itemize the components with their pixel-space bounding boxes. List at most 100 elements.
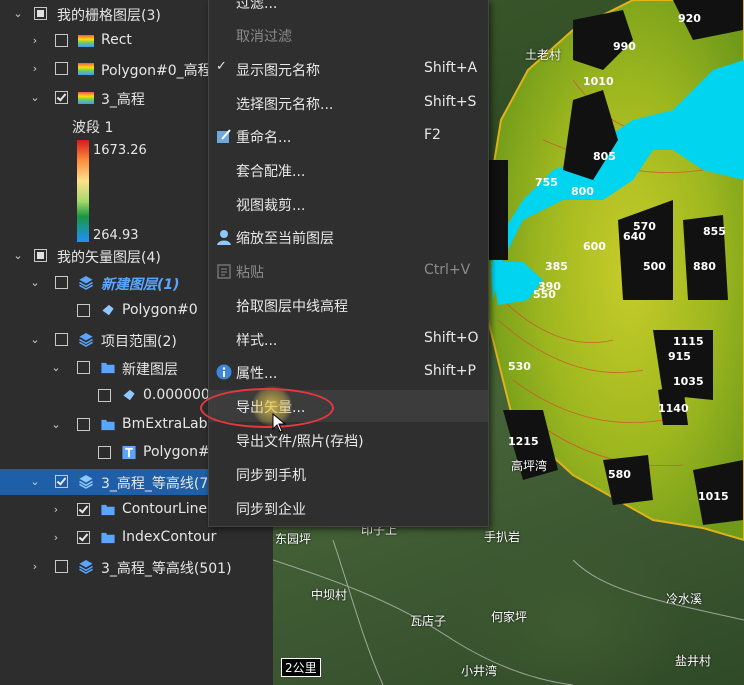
chevron-down-icon[interactable]: ⌄ xyxy=(12,250,24,262)
chevron-down-icon[interactable]: ⌄ xyxy=(29,277,41,289)
tree-label: 0.000000 xyxy=(143,387,210,403)
place-label: 盐井村 xyxy=(675,654,712,668)
tree-label: BmExtraLabel xyxy=(122,416,220,432)
polygon-icon xyxy=(102,304,114,316)
checkbox[interactable] xyxy=(55,333,68,346)
contour-label: 1035 xyxy=(673,375,704,388)
layers-icon xyxy=(79,474,93,489)
checkbox[interactable] xyxy=(77,531,90,544)
menu-item-style[interactable]: 样式... Shift+O xyxy=(209,323,488,355)
map-scale-bar: 2公里 xyxy=(281,658,321,677)
tree-label: Rect xyxy=(101,32,132,48)
folder-icon xyxy=(101,362,115,374)
checkbox[interactable] xyxy=(77,503,90,516)
checkbox[interactable] xyxy=(34,7,47,20)
menu-item-sync-phone[interactable]: 同步到手机 xyxy=(209,458,488,490)
chevron-down-icon[interactable]: ⌄ xyxy=(29,476,41,488)
chevron-down-icon[interactable]: ⌄ xyxy=(50,419,62,431)
contour-label: 920 xyxy=(678,12,701,25)
chevron-right-icon[interactable]: › xyxy=(50,532,62,544)
tree-label: 我的栅格图层(3) xyxy=(57,8,161,24)
chevron-down-icon[interactable]: ⌄ xyxy=(29,92,41,104)
menu-item-export-file[interactable]: 导出文件/照片(存档) xyxy=(209,424,488,456)
raster-icon xyxy=(78,63,94,75)
context-menu: 过滤... 取消过滤 ✓ 显示图元名称 Shift+A 选择图元名称... Shif… xyxy=(208,0,489,527)
contour-label: 880 xyxy=(693,260,716,273)
tree-item-contour-501[interactable]: › 3_高程_等高线(501) xyxy=(0,554,273,580)
contour-label: 990 xyxy=(613,40,636,53)
raster-icon xyxy=(78,35,94,47)
tree-item-index-contour[interactable]: › IndexContour xyxy=(0,525,273,551)
color-ramp xyxy=(77,140,89,242)
chevron-down-icon[interactable]: ⌄ xyxy=(50,362,62,374)
raster-icon xyxy=(78,92,94,104)
checkbox[interactable] xyxy=(77,304,90,317)
chevron-right-icon[interactable]: › xyxy=(29,561,41,573)
paste-icon xyxy=(217,264,231,279)
layers-icon xyxy=(79,559,93,574)
tree-label: IndexContour xyxy=(122,529,217,545)
place-label: 小井湾 xyxy=(461,664,498,678)
tree-label: 3_高程_等高线(75 xyxy=(101,476,218,492)
mouse-cursor-icon xyxy=(272,413,286,433)
menu-item-clear-filter[interactable]: 取消过滤 xyxy=(209,19,488,51)
polygon-icon xyxy=(123,389,135,401)
menu-item-pick-elevation[interactable]: 拾取图层中线高程 xyxy=(209,289,488,321)
contour-label: 855 xyxy=(703,225,726,238)
text-label-icon xyxy=(122,445,136,460)
contour-label: 755 xyxy=(535,176,558,189)
checkbox[interactable] xyxy=(55,34,68,47)
tree-label: 新建图层(1) xyxy=(101,277,180,293)
contour-label: 805 xyxy=(593,150,616,163)
contour-label: 500 xyxy=(643,260,666,273)
checkbox[interactable] xyxy=(34,249,47,262)
menu-item-filter[interactable]: 过滤... xyxy=(209,0,488,18)
checkbox[interactable] xyxy=(98,389,111,402)
checkbox[interactable] xyxy=(77,418,90,431)
contour-label: 1115 xyxy=(673,335,704,348)
tree-label: 3_高程_等高线(501) xyxy=(101,561,232,577)
contour-label: 385 xyxy=(545,260,568,273)
chevron-right-icon[interactable]: › xyxy=(50,504,62,516)
contour-label: 530 xyxy=(508,360,531,373)
tree-item-contour-selected[interactable]: ⌄ 3_高程_等高线(75 xyxy=(0,469,217,495)
menu-item-registration[interactable]: 套合配准... xyxy=(209,154,488,186)
checkbox[interactable] xyxy=(55,276,68,289)
chevron-right-icon[interactable]: › xyxy=(29,63,41,75)
place-label: 手扒岩 xyxy=(484,530,521,544)
chevron-down-icon[interactable]: ⌄ xyxy=(29,334,41,346)
menu-item-show-names[interactable]: ✓ 显示图元名称 Shift+A xyxy=(209,53,488,85)
menu-item-properties[interactable]: 属性... Shift+P xyxy=(209,356,488,388)
chevron-right-icon[interactable]: › xyxy=(29,35,41,47)
chevron-down-icon[interactable]: ⌄ xyxy=(12,8,24,20)
folder-icon xyxy=(101,504,115,516)
tree-label: Polygon#0_高程 xyxy=(101,63,212,79)
checkbox[interactable] xyxy=(55,62,68,75)
menu-item-select-names[interactable]: 选择图元名称... Shift+S xyxy=(209,87,488,119)
user-pin-icon xyxy=(217,230,231,245)
place-label: 高坪湾 xyxy=(511,459,548,473)
contour-label: 1215 xyxy=(508,435,539,448)
place-label: 何家坪 xyxy=(491,610,528,624)
checkbox[interactable] xyxy=(55,560,68,573)
checkmark-icon: ✓ xyxy=(216,59,227,74)
place-label: 冷水溪 xyxy=(666,592,703,606)
folder-icon xyxy=(101,419,115,431)
checkbox[interactable] xyxy=(55,91,68,104)
legend-band-label: 波段 1 xyxy=(72,120,114,136)
place-label: 瓦店子 xyxy=(410,614,447,628)
tree-label: 我的矢量图层(4) xyxy=(57,250,161,266)
checkbox[interactable] xyxy=(98,446,111,459)
menu-item-paste[interactable]: 粘贴 Ctrl+V xyxy=(209,255,488,287)
place-label: 土老村 xyxy=(525,48,562,62)
layers-icon xyxy=(79,332,93,347)
contour-label: 1015 xyxy=(698,490,729,503)
menu-item-view-clip[interactable]: 视图裁剪... xyxy=(209,188,488,220)
menu-item-rename[interactable]: 重命名... F2 xyxy=(209,120,488,152)
menu-item-zoom-to-layer[interactable]: 缩放至当前图层 xyxy=(209,221,488,253)
contour-label: 800 xyxy=(571,185,594,198)
contour-label: 600 xyxy=(583,240,606,253)
menu-item-sync-enterprise[interactable]: 同步到企业 xyxy=(209,492,488,524)
checkbox[interactable] xyxy=(55,475,68,488)
checkbox[interactable] xyxy=(77,361,90,374)
